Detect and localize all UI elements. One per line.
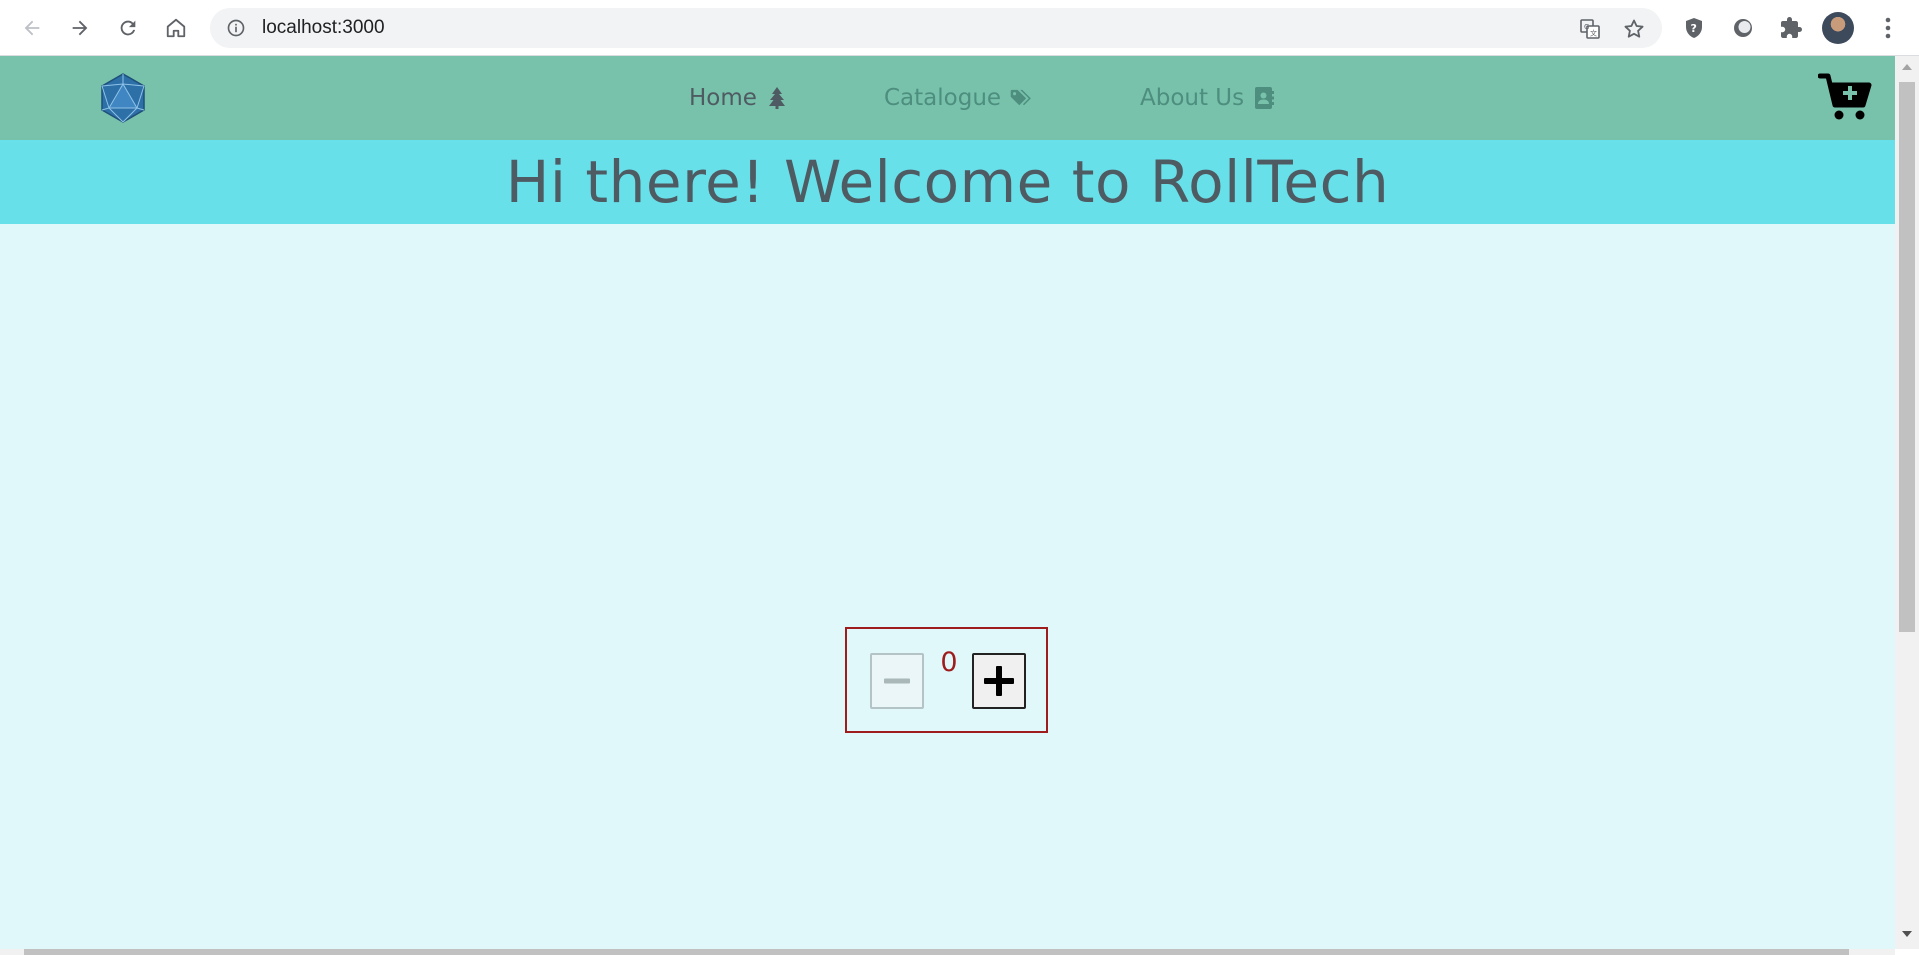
- back-arrow-icon[interactable]: [16, 12, 48, 44]
- minus-icon: [884, 678, 910, 684]
- tree-icon: [768, 87, 785, 109]
- profile-avatar[interactable]: [1822, 12, 1854, 44]
- star-icon[interactable]: [1622, 17, 1646, 41]
- contact-card-icon: [1255, 87, 1275, 109]
- nav-link-home-label: Home: [689, 85, 757, 111]
- puzzle-extension-icon[interactable]: [1776, 13, 1806, 43]
- tags-icon: [1010, 89, 1031, 106]
- nav-link-home[interactable]: Home: [689, 80, 789, 116]
- circle-extension-icon[interactable]: [1728, 13, 1758, 43]
- increment-button[interactable]: [972, 653, 1026, 709]
- page-title: Hi there! Welcome to RollTech: [505, 148, 1390, 216]
- reload-icon[interactable]: [112, 12, 144, 44]
- svg-text:G: G: [1584, 23, 1589, 31]
- scroll-up-arrow-icon[interactable]: [1901, 62, 1913, 72]
- d20-die-logo[interactable]: [98, 72, 148, 124]
- forward-arrow-icon[interactable]: [64, 12, 96, 44]
- svg-text:?: ?: [1691, 22, 1697, 35]
- cart-plus-icon[interactable]: [1818, 72, 1872, 122]
- quantity-counter: 0: [845, 627, 1048, 733]
- decrement-button[interactable]: [870, 653, 924, 709]
- scroll-down-arrow-icon[interactable]: [1901, 929, 1913, 939]
- address-bar[interactable]: localhost:3000 G 文: [210, 8, 1662, 48]
- nav-link-catalogue-label: Catalogue: [884, 85, 1002, 111]
- nav-link-catalogue[interactable]: Catalogue: [884, 80, 1033, 116]
- info-icon[interactable]: [226, 18, 246, 38]
- site-navbar: Home Catalogue About Us: [0, 56, 1895, 140]
- kebab-menu-icon[interactable]: [1876, 14, 1900, 42]
- horizontal-scrollbar-thumb[interactable]: [24, 949, 1849, 955]
- svg-text:文: 文: [1590, 29, 1597, 38]
- translate-icon[interactable]: G 文: [1578, 17, 1602, 41]
- page-viewport: Home Catalogue About Us Hi there! Welcom…: [0, 56, 1895, 949]
- horizontal-scrollbar[interactable]: [0, 949, 1895, 955]
- nav-link-about[interactable]: About Us: [1140, 80, 1276, 116]
- url-text[interactable]: localhost:3000: [262, 17, 385, 39]
- counter-value: 0: [940, 647, 958, 678]
- shield-extension-icon[interactable]: ?: [1679, 13, 1709, 43]
- welcome-banner: Hi there! Welcome to RollTech: [0, 140, 1895, 224]
- home-icon[interactable]: [160, 12, 192, 44]
- vertical-scrollbar-thumb[interactable]: [1899, 82, 1915, 632]
- vertical-scrollbar[interactable]: [1895, 56, 1919, 949]
- plus-icon: [984, 666, 1014, 696]
- browser-toolbar: localhost:3000 G 文 ?: [0, 0, 1919, 56]
- nav-link-about-label: About Us: [1140, 85, 1245, 111]
